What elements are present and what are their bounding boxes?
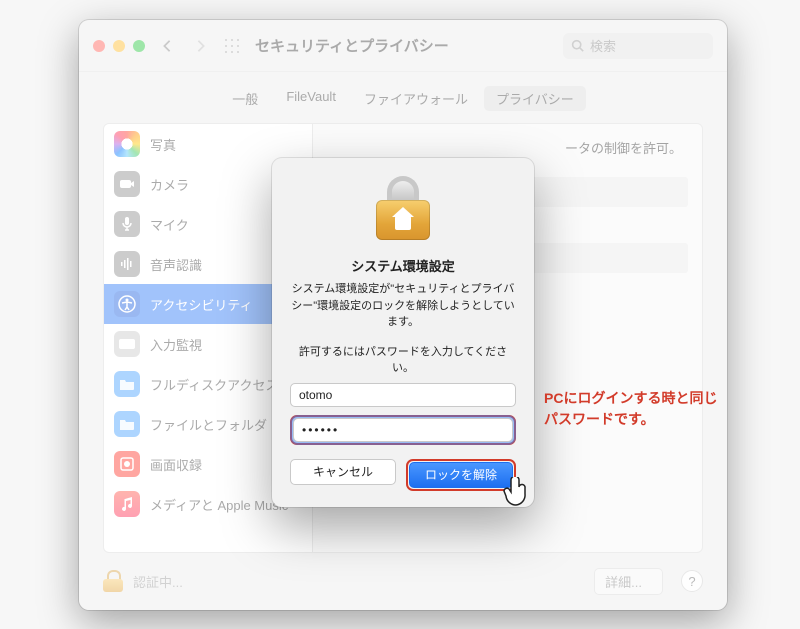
lock-icon [374,176,432,240]
cursor-icon [502,477,530,507]
cancel-button[interactable]: キャンセル [290,459,396,485]
unlock-button[interactable]: ロックを解除 [409,462,513,488]
system-preferences-window: セキュリティとプライバシー 検索 一般 FileVault ファイアウォール プ… [79,20,727,610]
dialog-buttons: キャンセル ロックを解除 [290,459,516,491]
unlock-highlight: ロックを解除 [406,459,516,491]
username-field[interactable] [290,383,516,407]
dialog-message: システム環境設定が"セキュリティとプライバシー"環境設定のロックを解除しようとし… [290,281,516,331]
dialog-prompt: 許可するにはパスワードを入力してください。 [290,343,516,375]
dialog-title: システム環境設定 [351,256,455,275]
password-field[interactable] [293,418,513,442]
annotation-text: PCにログインする時と同じパスワードです。 [544,388,722,430]
password-highlight [290,415,516,445]
auth-dialog: システム環境設定 システム環境設定が"セキュリティとプライバシー"環境設定のロッ… [272,158,534,507]
